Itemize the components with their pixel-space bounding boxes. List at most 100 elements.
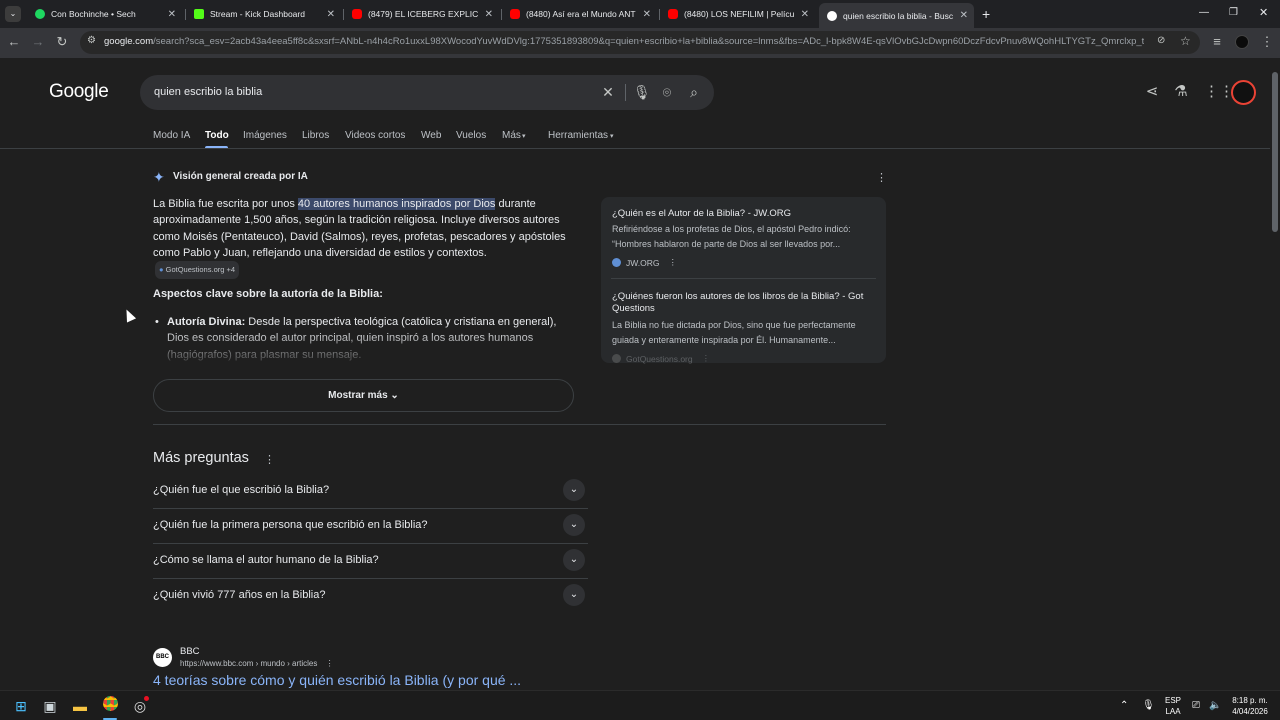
microphone-icon[interactable]: 🎙 [1142, 700, 1155, 711]
chevron-down-icon[interactable]: ⌄ [563, 514, 585, 536]
browser-tab[interactable]: (8480) Así era el Mundo ANTES ✕ [502, 3, 657, 25]
close-tab-icon[interactable]: ✕ [643, 9, 651, 20]
youtube-icon [352, 9, 362, 19]
ai-sparkle-icon: ✦ [153, 169, 165, 185]
reload-icon[interactable]: ↻ [54, 34, 70, 50]
page-scrollbar[interactable] [1270, 58, 1280, 690]
tab-modo-ia[interactable]: Modo IA [153, 130, 190, 141]
search-box[interactable]: quien escribio la biblia ✕ 🎙 ⌾ ⌕ [140, 75, 714, 110]
question-row[interactable]: ¿Quién fue la primera persona que escrib… [153, 509, 588, 544]
windows-start-icon[interactable]: ⊞ [11, 696, 31, 716]
more-icon[interactable]: ⋮ [702, 353, 711, 364]
search-nav-tabs: Modo IA Todo Imágenes Libros Videos cort… [0, 126, 1270, 150]
close-window-icon[interactable]: ✕ [1259, 6, 1268, 19]
chrome-icon[interactable] [100, 696, 120, 716]
tab-search-button[interactable]: ⌄ [5, 6, 21, 22]
browser-tab[interactable]: (8480) LOS NEFILIM | Película C ✕ [660, 3, 815, 25]
question-row[interactable]: ¿Cómo se llama el autor humano de la Bib… [153, 544, 588, 579]
tab-imagenes[interactable]: Imágenes [243, 130, 287, 141]
close-tab-icon[interactable]: ✕ [960, 10, 968, 21]
browser-tab[interactable]: Stream - Kick Dashboard ✕ [186, 3, 341, 25]
chevron-down-icon: ▾ [522, 133, 526, 140]
tab-mas[interactable]: Más [502, 130, 521, 141]
ai-overview-heading: Visión general creada por IA [173, 171, 308, 182]
windows-taskbar: ⊞ ▣ ▬ ◎ ⌃ 🎙 ESP LAA ⎚ 🔈 8:18 p. m. 4/04/20… [0, 690, 1280, 720]
site-info-icon[interactable]: ⚙ [87, 35, 96, 46]
close-tab-icon[interactable]: ✕ [327, 9, 335, 20]
source-card-title[interactable]: ¿Quién es el Autor de la Biblia? - JW.OR… [612, 208, 872, 220]
ai-overview-menu-icon[interactable]: ⋮ [876, 171, 887, 184]
result-title-link[interactable]: 4 teorías sobre cómo y quién escribió la… [153, 672, 521, 688]
close-tab-icon[interactable]: ✕ [168, 9, 176, 20]
source-card-title[interactable]: ¿Quiénes fueron los autores de los libro… [612, 291, 874, 315]
tab-vuelos[interactable]: Vuelos [456, 130, 486, 141]
chevron-up-icon[interactable]: ⌃ [1120, 700, 1128, 711]
source-card-site[interactable]: JW.ORG ⋮ [612, 257, 677, 268]
browser-toolbar: ← → ↻ ⚙ google.com/search?sca_esv=2acb43… [0, 28, 1280, 58]
forward-icon[interactable]: → [30, 34, 46, 50]
menu-kebab-icon[interactable]: ⋮ [1259, 34, 1275, 50]
profile-avatar[interactable] [1235, 35, 1249, 49]
labs-flask-icon[interactable]: ⚗ [1172, 83, 1190, 101]
result-site-name[interactable]: BBC [180, 646, 200, 657]
minimize-icon[interactable]: — [1199, 7, 1209, 18]
gotquestions-icon [612, 354, 621, 363]
question-row[interactable]: ¿Quién fue el que escribió la Biblia? ⌄ [153, 474, 588, 509]
tab-title: (8479) EL ICEBERG EXPLICADO [368, 9, 478, 19]
tab-herramientas[interactable]: Herramientas [548, 130, 608, 141]
search-input[interactable]: quien escribio la biblia [154, 86, 262, 98]
tab-title: (8480) LOS NEFILIM | Película C [684, 9, 794, 19]
bookmark-star-icon[interactable]: ☆ [1180, 34, 1191, 48]
address-bar[interactable]: ⚙ google.com/search?sca_esv=2acb43a4eea5… [80, 31, 1200, 54]
browser-tab[interactable]: Con Bochinche • Sech ✕ [27, 3, 182, 25]
new-tab-button[interactable]: + [982, 6, 990, 22]
scrollbar-thumb[interactable] [1272, 72, 1278, 232]
more-icon[interactable]: ⋮ [326, 659, 334, 668]
link-icon: ● [159, 265, 164, 275]
more-icon[interactable]: ⋮ [669, 257, 678, 268]
tab-videos-cortos[interactable]: Videos cortos [345, 130, 405, 141]
clear-icon[interactable]: ✕ [600, 84, 616, 100]
chevron-down-icon[interactable]: ⌄ [563, 584, 585, 606]
file-explorer-icon[interactable]: ▬ [70, 696, 90, 716]
tab-web[interactable]: Web [421, 130, 441, 141]
close-tab-icon[interactable]: ✕ [801, 9, 809, 20]
search-results-page: Google quien escribio la biblia ✕ 🎙 ⌾ ⌕ … [0, 58, 1270, 690]
volume-icon[interactable]: 🔈 [1209, 700, 1221, 711]
chevron-down-icon: ⌄ [390, 390, 399, 401]
spotify-icon [35, 9, 45, 19]
source-chip[interactable]: ● GotQuestions.org +4 [155, 261, 240, 280]
restore-icon[interactable]: ❐ [1229, 7, 1238, 18]
show-more-button[interactable]: Mostrar más ⌄ [153, 379, 574, 412]
close-tab-icon[interactable]: ✕ [485, 9, 493, 20]
tab-todo[interactable]: Todo [205, 130, 229, 141]
tab-title: (8480) Así era el Mundo ANTES [526, 9, 636, 19]
source-card-site[interactable]: GotQuestions.org ⋮ [612, 353, 710, 364]
result-url[interactable]: https://www.bbc.com › mundo › articles ⋮ [180, 659, 334, 668]
tab-libros[interactable]: Libros [302, 130, 329, 141]
browser-tab[interactable]: (8479) EL ICEBERG EXPLICADO ✕ [344, 3, 499, 25]
microphone-icon[interactable]: 🎙 [633, 84, 651, 100]
question-row[interactable]: ¿Quién vivió 777 años en la Biblia? ⌄ [153, 579, 588, 614]
clock[interactable]: 8:18 p. m. 4/04/2026 [1225, 695, 1275, 717]
browser-tab-active[interactable]: quien escribio la biblia - Buscar ✕ [819, 3, 974, 28]
apps-grid-icon[interactable]: ⋮⋮ [1204, 83, 1234, 101]
app-icon[interactable]: ▣ [40, 696, 60, 716]
more-questions-menu-icon[interactable]: ⋮ [264, 453, 275, 466]
camera-lens-icon[interactable]: ⌾ [659, 84, 675, 100]
back-icon[interactable]: ← [6, 34, 22, 50]
bbc-icon: BBC [153, 648, 172, 667]
youtube-icon [668, 9, 678, 19]
chevron-down-icon[interactable]: ⌄ [563, 549, 585, 571]
network-icon[interactable]: ⎚ [1192, 700, 1200, 711]
share-icon[interactable]: ⋖ [1143, 83, 1161, 101]
language-indicator[interactable]: ESP LAA [1162, 695, 1184, 717]
tab-title: Stream - Kick Dashboard [210, 9, 305, 19]
account-avatar[interactable] [1231, 80, 1256, 105]
search-icon[interactable]: ⌕ [686, 84, 702, 100]
google-logo[interactable]: Google [49, 81, 109, 103]
url-text[interactable]: google.com/search?sca_esv=2acb43a4eea5ff… [104, 36, 1144, 47]
media-queue-icon[interactable]: ≡ [1209, 34, 1225, 50]
chevron-down-icon[interactable]: ⌄ [563, 479, 585, 501]
eye-off-icon[interactable]: ⊘ [1157, 35, 1165, 46]
